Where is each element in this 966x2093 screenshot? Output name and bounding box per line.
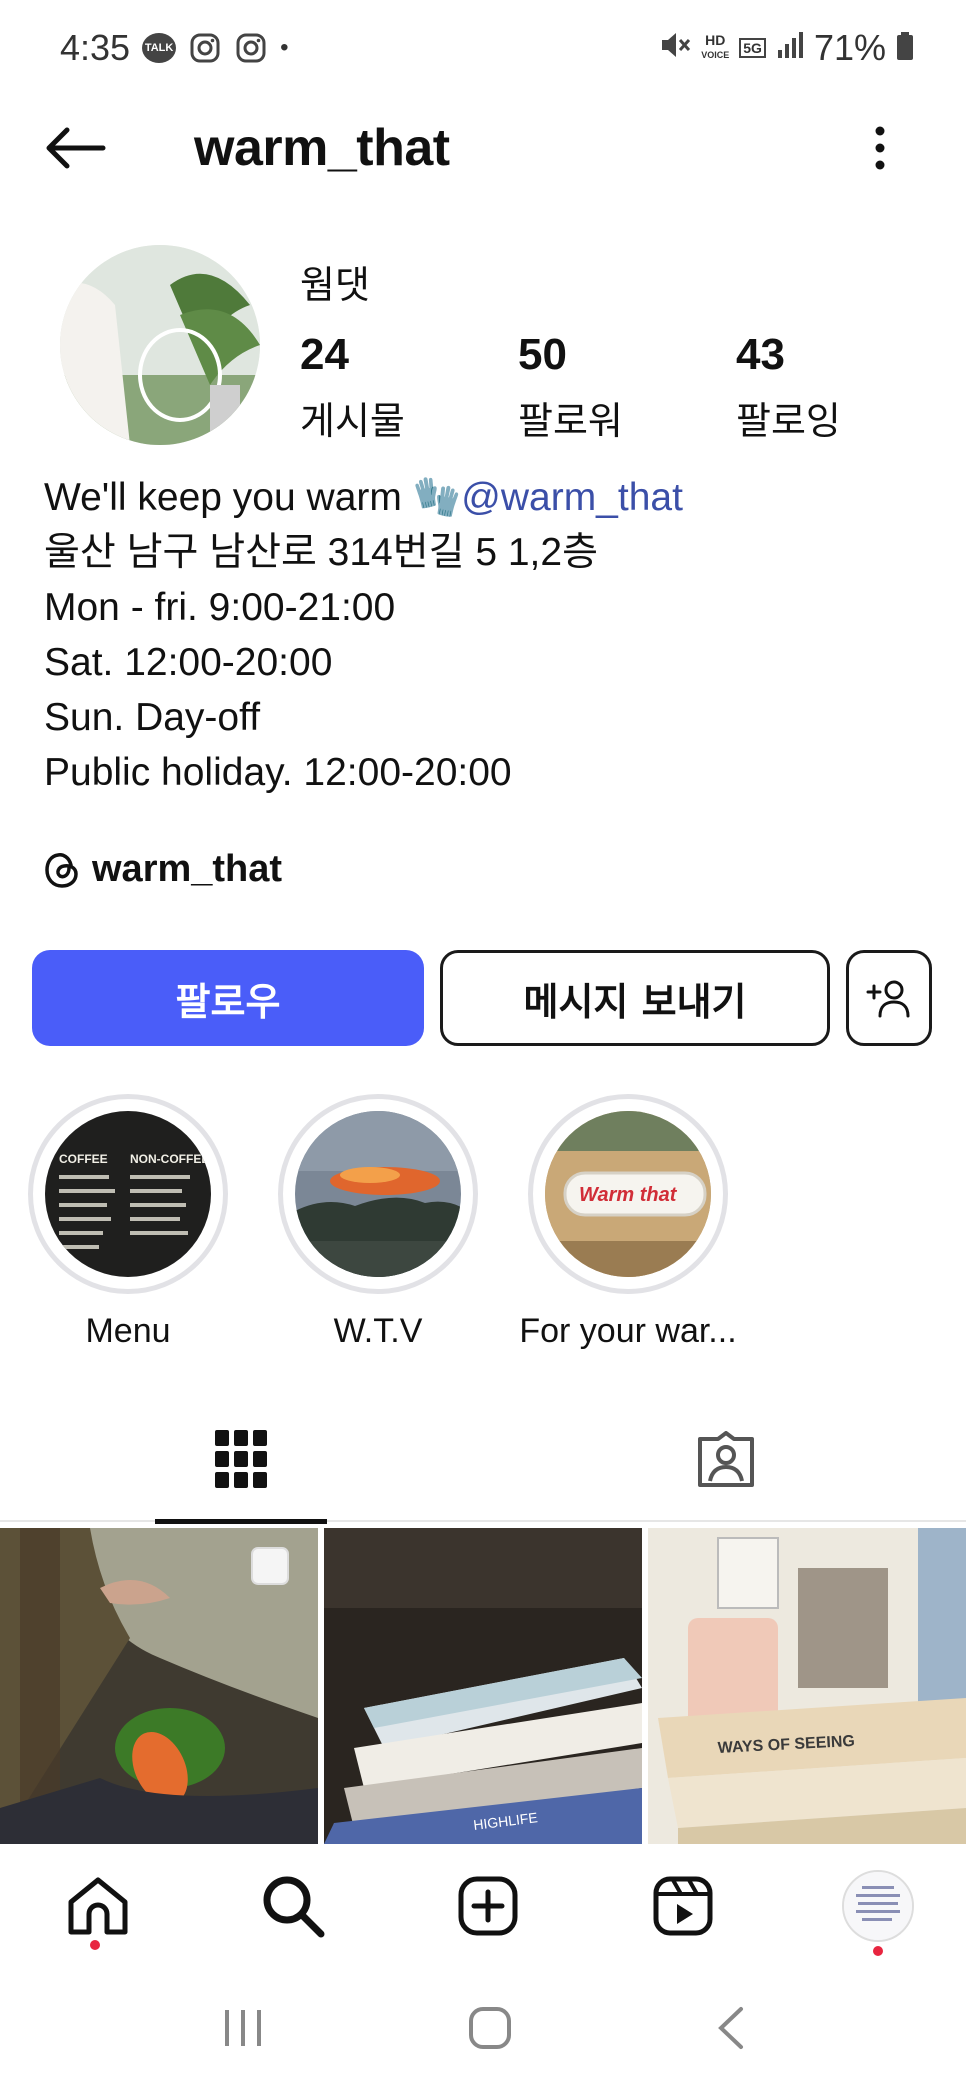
sunset-photo-thumb: [295, 1111, 461, 1277]
bio-hours: Sat. 12:00-20:00: [44, 641, 333, 684]
bio-mention-link[interactable]: @warm_that: [461, 476, 683, 519]
status-time: 4:35: [60, 26, 131, 68]
nav-profile[interactable]: [842, 1870, 914, 1956]
profile-actions: 팔로우 메시지 보내기: [32, 950, 932, 1046]
bio: We'll keep you warm 🧤@warm_that 울산 남구 남산…: [44, 470, 924, 800]
instagram-icon: [234, 31, 268, 65]
home-button[interactable]: [467, 2005, 513, 2056]
warm-that-sign-thumb: Warm that: [545, 1111, 711, 1277]
back-arrow-icon: [46, 127, 106, 169]
highlight-ring: Warm that: [528, 1094, 728, 1294]
posts-grid: HIGHLIFE WAYS OF SEEING: [0, 1528, 966, 1844]
notification-dot: [90, 1940, 100, 1950]
status-bar: 4:35 TALK • HD VOICE 5G 71%: [0, 0, 966, 95]
status-right: HD VOICE 5G 71%: [659, 27, 914, 69]
coffee-menu-board-thumb: COFFEE NON-COFFEE: [45, 1111, 211, 1277]
display-name: 웜댓: [300, 265, 370, 307]
profile-avatar[interactable]: [60, 245, 260, 445]
system-navigation: [0, 1968, 966, 2093]
story-highlights: COFFEE NON-COFFEE Menu W.T.V Warm that F…: [28, 1094, 737, 1351]
mute-icon: [659, 27, 691, 69]
more-vertical-icon: [875, 126, 885, 170]
stat-count: 43: [736, 330, 785, 379]
posts-stat[interactable]: 24 게시물: [300, 330, 518, 445]
battery-percent: 71%: [813, 26, 886, 68]
message-button[interactable]: 메시지 보내기: [440, 950, 830, 1046]
highlight-label: For your war...: [519, 1312, 737, 1350]
bio-hours: Public holiday. 12:00-20:00: [44, 751, 512, 794]
profile-header: warm_that: [0, 100, 966, 196]
carrot-keychain-photo: [0, 1528, 318, 1844]
back-button[interactable]: [40, 120, 110, 176]
bio-address: 울산 남구 남산로 314번길 5 1,2층: [44, 531, 598, 574]
suggest-users-button[interactable]: [846, 950, 932, 1046]
nav-search[interactable]: [257, 1870, 329, 1942]
hd-voice-icon: HD VOICE: [701, 31, 730, 60]
recent-apps-icon: [225, 2010, 261, 2046]
followers-stat[interactable]: 50 팔로워: [518, 330, 736, 445]
system-back-button[interactable]: [715, 2005, 745, 2056]
more-notifications-dot: •: [280, 33, 289, 61]
threads-link[interactable]: warm_that: [44, 848, 282, 891]
stat-count: 24: [300, 330, 349, 379]
instagram-icon: [188, 31, 222, 65]
stat-label: 팔로잉: [736, 401, 841, 443]
svg-text:COFFEE: COFFEE: [59, 1152, 108, 1166]
highlight-for-your-warm[interactable]: Warm that For your war...: [519, 1094, 737, 1351]
highlight-ring: [278, 1094, 478, 1294]
nav-reels[interactable]: [647, 1870, 719, 1942]
network-5g-icon: 5G: [739, 37, 766, 58]
bio-line: We'll keep you warm 🧤@warm_that: [44, 476, 683, 519]
page-title: warm_that: [194, 119, 450, 177]
highlight-menu[interactable]: COFFEE NON-COFFEE Menu: [28, 1094, 228, 1351]
post-thumbnail[interactable]: [0, 1528, 318, 1844]
battery-icon: [896, 27, 914, 69]
add-person-icon: [866, 980, 910, 1018]
notification-dot: [873, 1946, 883, 1956]
chevron-left-icon: [718, 2007, 743, 2049]
profile-stats: 24 게시물 50 팔로워 43 팔로잉: [300, 330, 954, 445]
own-profile-avatar: [842, 1870, 914, 1942]
stat-label: 팔로워: [518, 401, 623, 443]
recent-apps-button[interactable]: [221, 2006, 265, 2055]
post-thumbnail[interactable]: WAYS OF SEEING: [648, 1528, 966, 1844]
nav-home[interactable]: [62, 1870, 134, 1950]
ways-of-seeing-photo: WAYS OF SEEING: [648, 1528, 966, 1844]
signal-icon: [776, 27, 804, 69]
status-left: 4:35 TALK •: [60, 27, 288, 69]
highlight-ring: COFFEE NON-COFFEE: [28, 1094, 228, 1294]
home-icon: [68, 1877, 128, 1935]
create-post-icon: [458, 1876, 518, 1936]
tab-tagged[interactable]: [640, 1396, 812, 1522]
highlight-label: Menu: [85, 1312, 171, 1350]
more-options-button[interactable]: [860, 120, 900, 176]
threads-handle: warm_that: [92, 848, 283, 890]
bio-hours: Sun. Day-off: [44, 696, 261, 739]
search-icon: [263, 1876, 325, 1938]
nav-create[interactable]: [452, 1870, 524, 1942]
multiple-photos-icon: [251, 1547, 289, 1585]
reels-icon: [653, 1876, 713, 1936]
profile-tabs: [0, 1396, 966, 1524]
highlight-label: W.T.V: [333, 1312, 423, 1350]
post-thumbnail[interactable]: HIGHLIFE: [324, 1528, 642, 1844]
home-circle-icon: [469, 2007, 511, 2049]
threads-icon: [45, 852, 78, 888]
bottom-navigation: [0, 1844, 966, 1968]
profile-photo: [60, 245, 260, 445]
tagged-icon: [698, 1431, 754, 1487]
kakaotalk-icon: TALK: [142, 32, 177, 63]
svg-text:Warm that: Warm that: [579, 1184, 678, 1206]
bio-hours: Mon - fri. 9:00-21:00: [44, 586, 396, 629]
books-stack-photo: HIGHLIFE: [324, 1528, 642, 1844]
svg-text:NON-COFFEE: NON-COFFEE: [130, 1152, 209, 1166]
following-stat[interactable]: 43 팔로잉: [736, 330, 954, 445]
follow-button[interactable]: 팔로우: [32, 950, 424, 1046]
tab-posts-grid[interactable]: [155, 1396, 327, 1524]
stat-label: 게시물: [300, 401, 405, 443]
grid-icon: [215, 1430, 267, 1488]
highlight-wtv[interactable]: W.T.V: [278, 1094, 478, 1351]
stat-count: 50: [518, 330, 567, 379]
